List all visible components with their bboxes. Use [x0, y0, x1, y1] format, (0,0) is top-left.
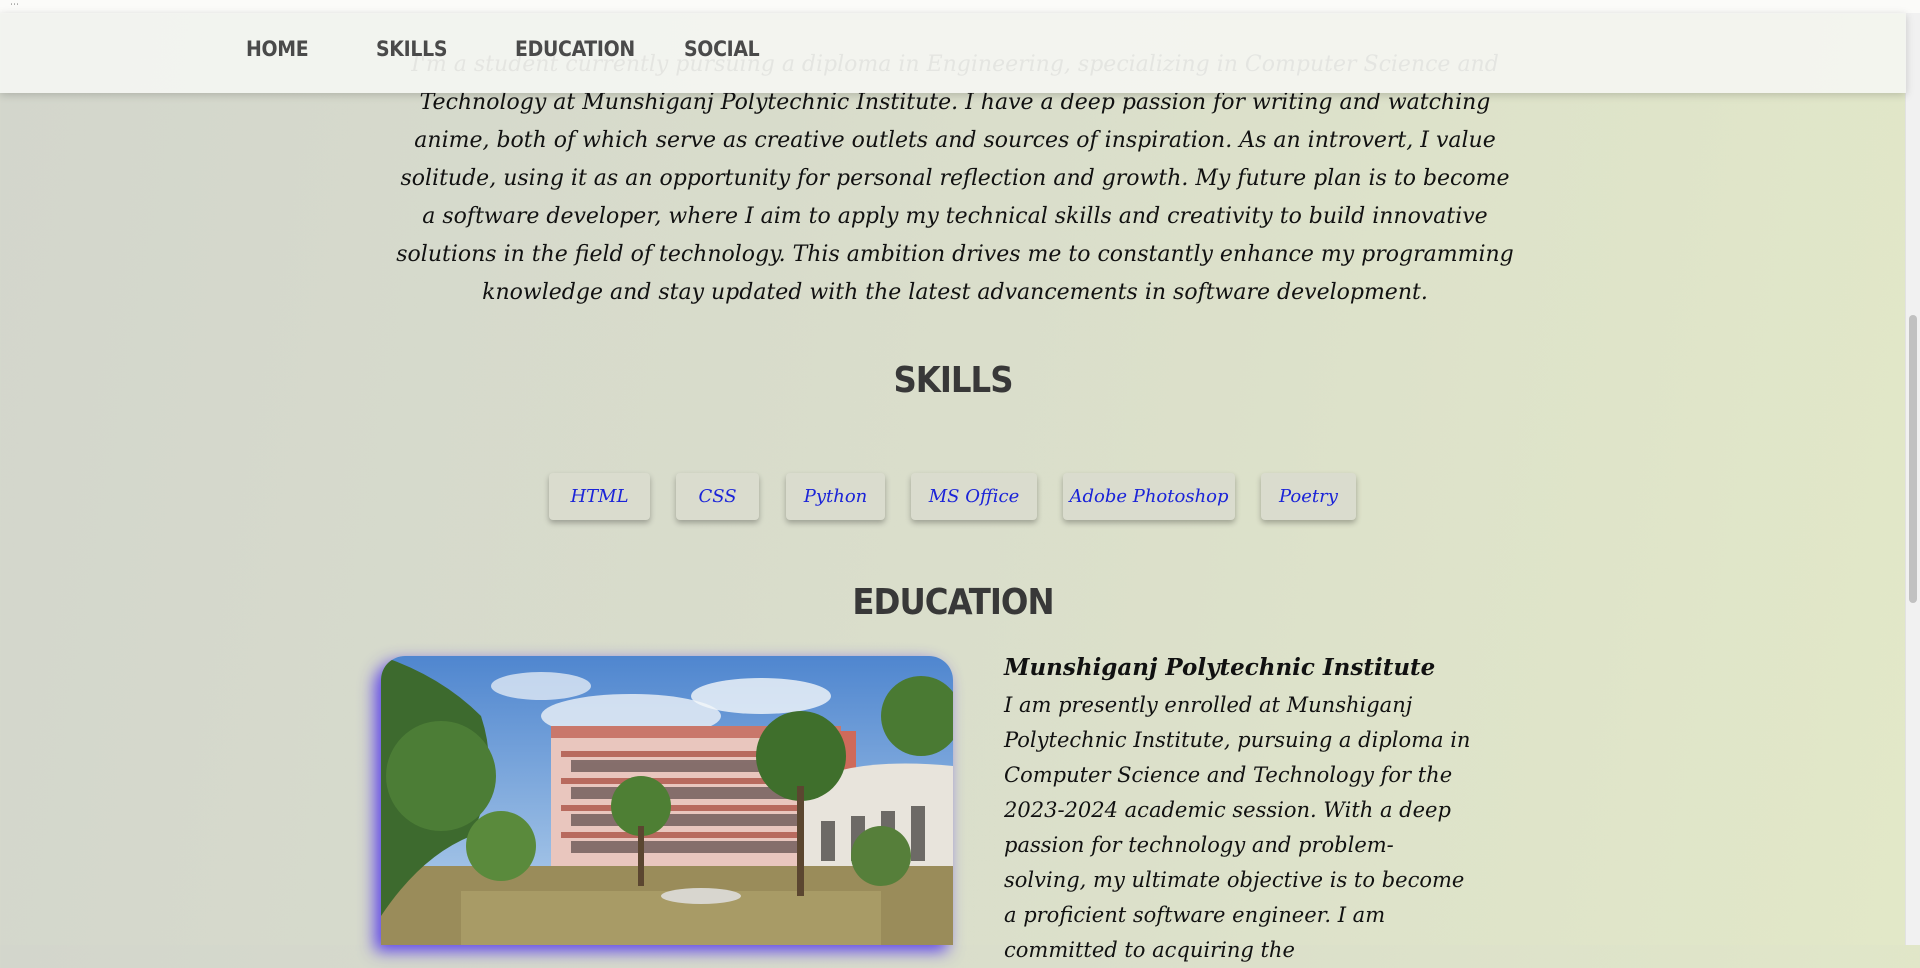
nav-skills[interactable]: SKILLS	[376, 37, 447, 61]
skills-title: SKILLS	[893, 360, 1013, 401]
skill-chip-poetry[interactable]: Poetry	[1261, 473, 1356, 520]
skill-chip-adobe-photoshop[interactable]: Adobe Photoshop	[1063, 473, 1235, 520]
nav-home[interactable]: HOME	[246, 37, 309, 61]
nav-education[interactable]: EDUCATION	[515, 37, 635, 61]
skill-chip-html[interactable]: HTML	[549, 473, 650, 520]
institute-photo	[381, 656, 953, 945]
nav-social[interactable]: SOCIAL	[684, 37, 760, 61]
browser-top-strip: ⋯	[0, 0, 1920, 14]
education-title: EDUCATION	[852, 582, 1054, 623]
scrollbar-thumb[interactable]	[1909, 315, 1917, 603]
navbar: HOME SKILLS EDUCATION SOCIAL	[0, 13, 1906, 93]
education-description: I am presently enrolled at Munshiganj Po…	[1004, 693, 1471, 962]
institute-building-image	[381, 656, 953, 945]
skill-chip-ms-office[interactable]: MS Office	[911, 473, 1037, 520]
education-institute-name: Munshiganj Polytechnic Institute	[1004, 654, 1436, 681]
skill-chip-css[interactable]: CSS	[676, 473, 759, 520]
drag-handle-icon: ⋯	[10, 0, 20, 10]
skill-chip-python[interactable]: Python	[786, 473, 885, 520]
page-scrollbar[interactable]	[1905, 13, 1920, 945]
